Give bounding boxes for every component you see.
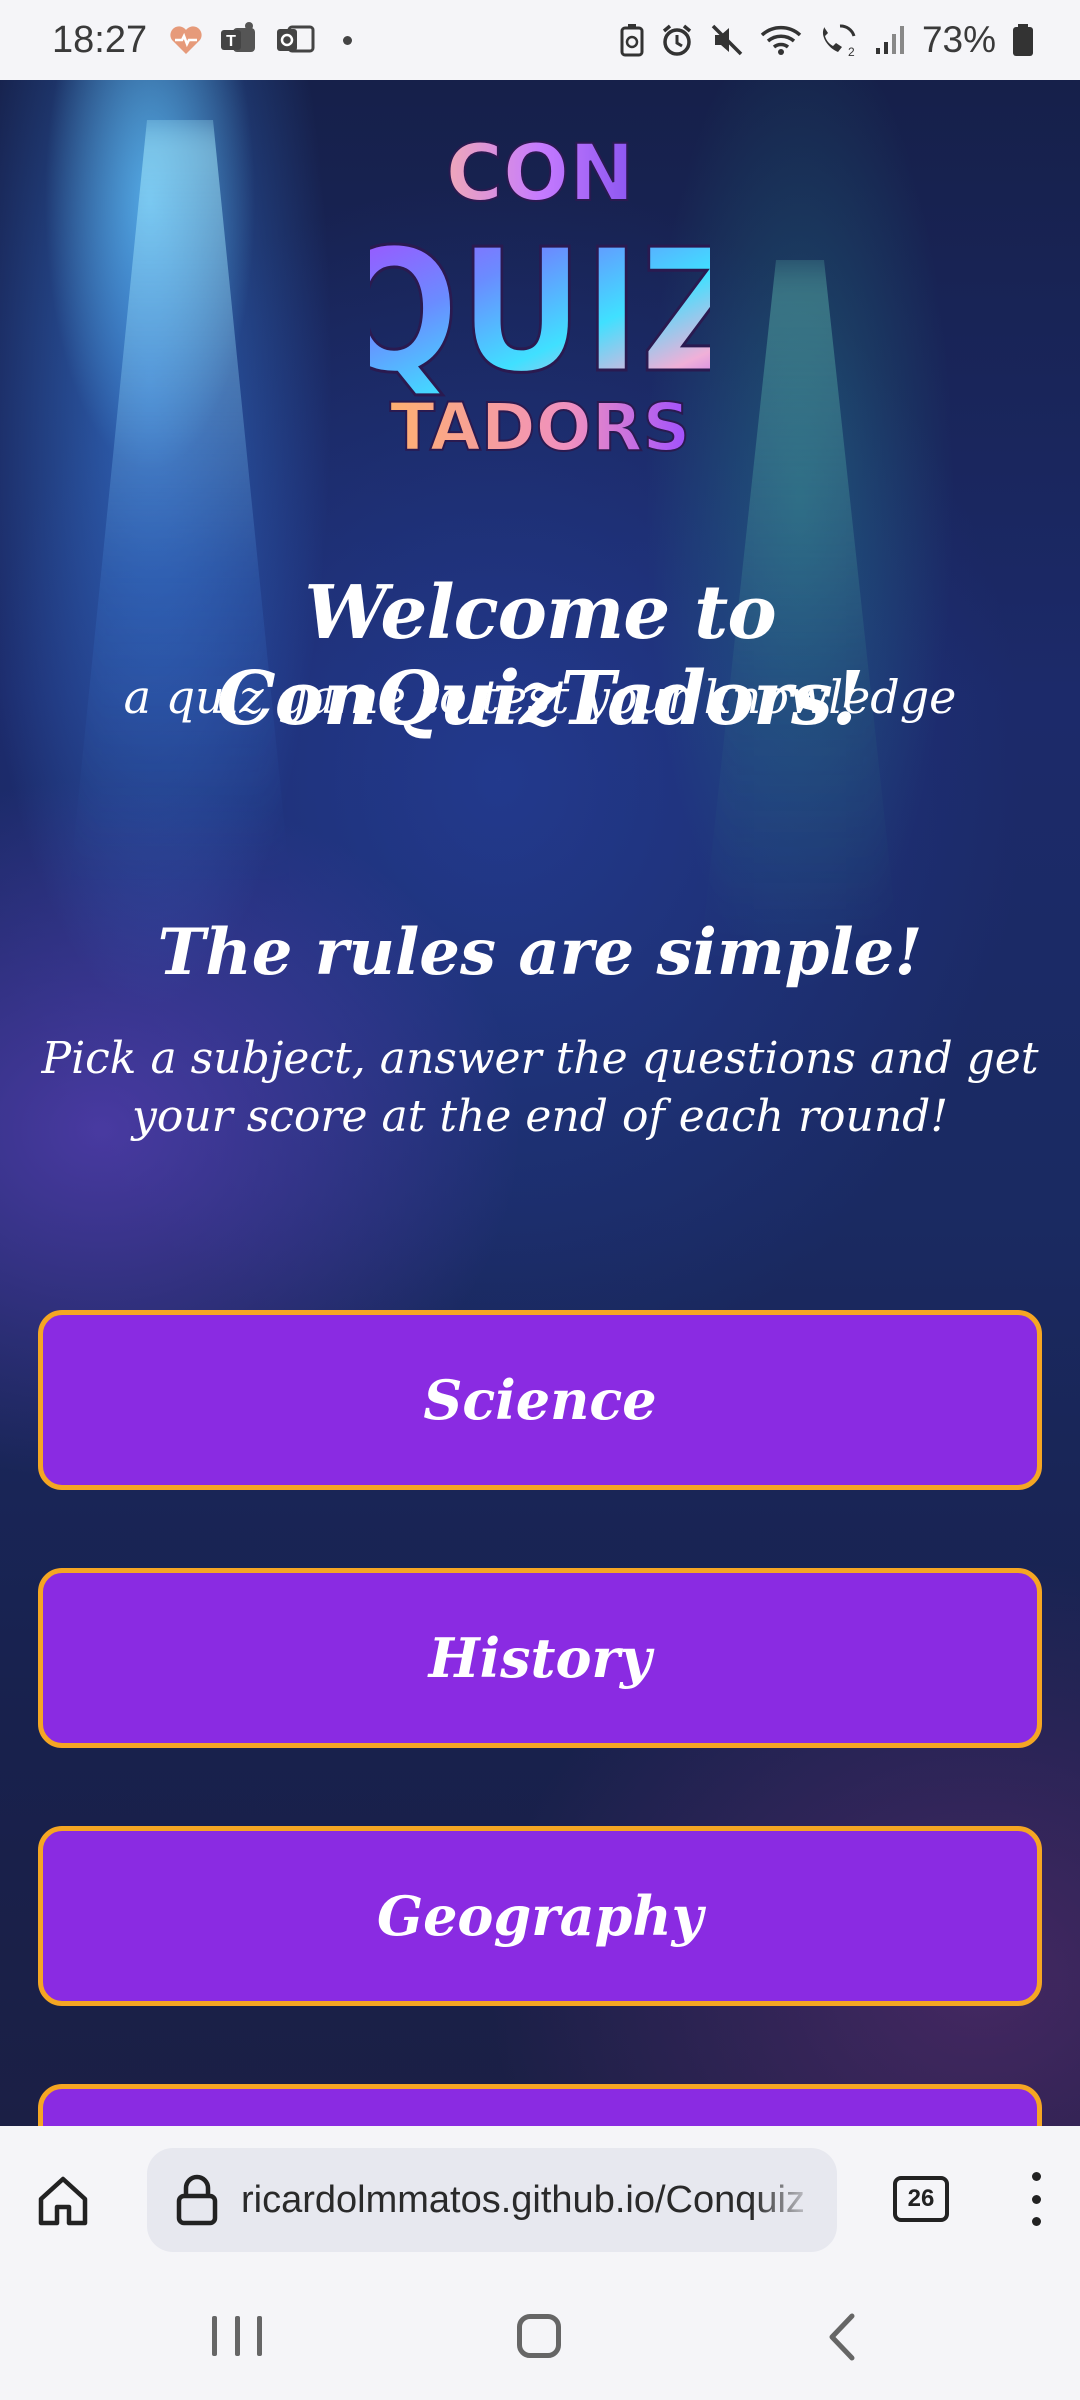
- browser-toolbar: ricardolmmatos.github.io/Conquiz 26: [0, 2126, 1080, 2276]
- system-navigation-bar: [0, 2276, 1080, 2400]
- tabs-button[interactable]: 26: [893, 2176, 949, 2222]
- browser-home-button[interactable]: [30, 2168, 96, 2234]
- conquiztadors-logo: CON QUIZ TADORS: [370, 128, 710, 467]
- web-content: CON QUIZ TADORS Welcome to ConQuizTadors…: [0, 80, 1080, 2126]
- recents-button[interactable]: [212, 2316, 262, 2360]
- back-button[interactable]: [820, 2312, 866, 2362]
- signal-icon: [874, 24, 906, 56]
- lock-icon: [176, 2174, 218, 2226]
- recents-bar-icon: [257, 2316, 262, 2356]
- alarm-icon: [660, 23, 694, 57]
- recents-bar-icon: [212, 2316, 217, 2356]
- logo-line-tadors: TADORS: [390, 389, 690, 466]
- url-text: ricardolmmatos.github.io/Conquiz: [241, 2178, 805, 2221]
- health-heart-icon: [169, 24, 203, 56]
- svg-text:2: 2: [848, 45, 855, 58]
- more-menu-button[interactable]: [1018, 2164, 1054, 2234]
- outlook-icon: [275, 23, 315, 57]
- subject-button-partial[interactable]: [38, 2084, 1042, 2126]
- wifi-calling-icon: 2: [818, 22, 858, 58]
- logo-line-con: CON: [446, 129, 635, 219]
- mute-icon: [710, 23, 744, 57]
- logo-line-quiz: QUIZ: [370, 213, 710, 411]
- menu-dot-icon: [1031, 2194, 1041, 2204]
- battery-percent: 73%: [921, 19, 996, 60]
- menu-dot-icon: [1031, 2217, 1041, 2226]
- menu-dot-icon: [1031, 2172, 1041, 2181]
- teams-icon: T: [219, 22, 259, 58]
- rules-title: The rules are simple!: [157, 915, 923, 990]
- address-bar[interactable]: ricardolmmatos.github.io/Conquiz: [147, 2148, 837, 2252]
- spotlight-beam-left: [70, 120, 290, 880]
- home-icon: [38, 2176, 88, 2226]
- subject-button-geography[interactable]: Geography: [38, 1826, 1042, 2006]
- battery-icon: [1012, 23, 1034, 57]
- recents-bar-icon: [234, 2316, 240, 2356]
- wifi-icon: [760, 23, 802, 57]
- status-time: 18:27: [52, 18, 148, 61]
- notification-dot-icon: [343, 35, 353, 45]
- battery-saver-icon: [620, 23, 644, 57]
- svg-text:T: T: [226, 33, 236, 50]
- nav-home-button[interactable]: [517, 2314, 561, 2358]
- status-bar: 18:27 T 2 73%: [0, 0, 1080, 80]
- subject-button-history[interactable]: History: [38, 1568, 1042, 1748]
- rules-text: Pick a subject, answer the questions and…: [41, 1033, 1039, 1142]
- subject-button-science[interactable]: Science: [38, 1310, 1042, 1490]
- welcome-subtitle: a quiz game to test your knowledge: [123, 670, 957, 724]
